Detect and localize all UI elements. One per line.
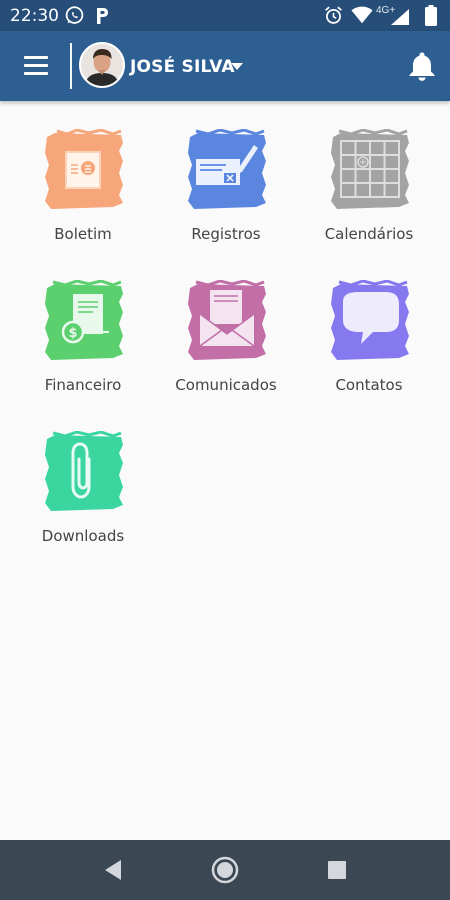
tile-downloads[interactable]: Downloads <box>8 403 158 553</box>
menu-button[interactable] <box>14 49 58 83</box>
battery-icon <box>425 5 437 26</box>
tile-label: Contatos <box>335 376 403 394</box>
avatar[interactable] <box>79 42 125 88</box>
avatar-photo <box>81 44 123 86</box>
tile-label: Comunicados <box>175 376 277 394</box>
bell-icon[interactable] <box>408 51 436 81</box>
chat-bubble-icon <box>331 280 409 360</box>
tile-label: Calendários <box>324 225 414 243</box>
tile-label: Financeiro <box>44 376 122 394</box>
svg-text:$: $ <box>68 326 77 341</box>
report-card-icon <box>45 129 123 209</box>
app-bar-divider <box>70 43 72 89</box>
p-icon <box>97 8 108 24</box>
tile-label: Boletim <box>54 225 112 243</box>
app-bar: JOSÉ SILVA <box>0 31 450 101</box>
calendar-icon <box>331 129 409 209</box>
home-icon[interactable] <box>210 855 240 885</box>
tile-comunicados[interactable]: Comunicados <box>151 252 301 402</box>
wifi-icon <box>351 6 373 24</box>
user-name[interactable]: JOSÉ SILVA <box>130 57 235 77</box>
records-icon <box>188 129 266 209</box>
recents-icon[interactable] <box>325 855 349 885</box>
tile-financeiro[interactable]: $ Financeiro <box>8 252 158 402</box>
tile-label: Downloads <box>41 527 125 545</box>
menu-icon-line <box>24 72 48 75</box>
navigation-bar <box>0 840 450 900</box>
tile-calendarios[interactable]: Calendários <box>294 101 444 251</box>
envelope-icon <box>188 280 266 360</box>
tile-boletim[interactable]: Boletim <box>8 101 158 251</box>
tile-contatos[interactable]: Contatos <box>294 252 444 402</box>
tile-label: Registros <box>191 225 261 243</box>
back-icon[interactable] <box>101 855 125 885</box>
signal-icon <box>391 9 409 25</box>
whatsapp-icon <box>65 6 84 24</box>
menu-icon-line <box>24 64 48 67</box>
caret-down-icon[interactable] <box>231 63 243 71</box>
paperclip-icon <box>45 431 123 511</box>
status-time: 22:30 <box>10 6 59 26</box>
menu-icon <box>24 56 48 59</box>
finance-icon: $ <box>45 280 123 360</box>
tile-registros[interactable]: Registros <box>151 101 301 251</box>
status-bar: 22:30 4G+ <box>0 0 450 31</box>
alarm-icon <box>325 6 342 24</box>
